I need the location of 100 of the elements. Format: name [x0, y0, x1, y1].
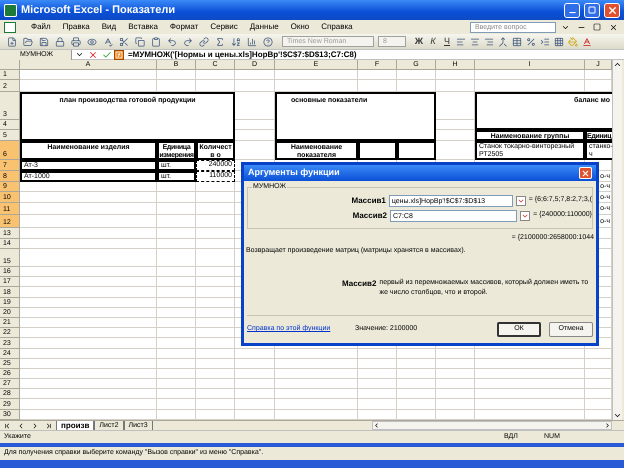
lock-icon[interactable] — [53, 34, 67, 48]
scroll-up-icon[interactable] — [613, 60, 622, 69]
spreadsheet-cell[interactable] — [157, 348, 196, 359]
spreadsheet-cell[interactable] — [275, 348, 358, 359]
spreadsheet-cell[interactable] — [358, 70, 397, 80]
spreadsheet-cell[interactable] — [397, 358, 436, 369]
spreadsheet-cell[interactable] — [358, 368, 397, 380]
spreadsheet-cell[interactable] — [20, 267, 157, 278]
spreadsheet-cell[interactable] — [196, 239, 235, 249]
menu-item[interactable]: Вставка — [123, 21, 163, 33]
spreadsheet-cell[interactable] — [157, 379, 196, 390]
spreadsheet-cell[interactable] — [20, 368, 157, 380]
spreadsheet-cell[interactable] — [235, 399, 275, 410]
insert-function-icon[interactable] — [114, 50, 124, 60]
menu-item[interactable]: Файл — [26, 21, 56, 33]
spreadsheet-cell[interactable] — [157, 70, 196, 80]
spreadsheet-cell[interactable] — [20, 239, 157, 249]
menu-item[interactable]: Справка — [316, 21, 358, 33]
spreadsheet-cell[interactable] — [196, 308, 235, 318]
spreadsheet-cell[interactable] — [196, 249, 235, 267]
spreadsheet-cell[interactable] — [196, 328, 235, 338]
spreadsheet-cell[interactable] — [20, 249, 157, 267]
spreadsheet-cell[interactable] — [20, 228, 157, 239]
menu-item[interactable]: Вид — [96, 21, 122, 33]
spreadsheet-cell[interactable] — [196, 277, 235, 288]
spreadsheet-cell[interactable] — [235, 389, 275, 400]
spreadsheet-cell[interactable] — [196, 203, 235, 215]
menu-item[interactable]: Правка — [58, 21, 95, 33]
spreadsheet-cell[interactable] — [196, 70, 235, 80]
spreadsheet-cell[interactable] — [475, 348, 585, 359]
spreadsheet-cell[interactable] — [157, 298, 196, 308]
spreadsheet-cell[interactable] — [157, 215, 196, 228]
spreadsheet-cell[interactable] — [358, 348, 397, 359]
sheet-icon[interactable] — [4, 22, 16, 32]
menu-item[interactable]: Сервис — [205, 21, 243, 33]
spreadsheet-cell[interactable] — [20, 399, 157, 410]
spreadsheet-cell[interactable] — [475, 368, 585, 380]
printer-icon[interactable] — [69, 34, 83, 48]
spreadsheet-cell[interactable] — [358, 358, 397, 369]
spreadsheet-cell[interactable] — [196, 399, 235, 410]
spreadsheet-cell[interactable] — [235, 358, 275, 369]
spreadsheet-cell[interactable] — [20, 203, 157, 215]
spreadsheet-cell[interactable] — [20, 70, 157, 80]
spreadsheet-cell[interactable] — [436, 389, 475, 400]
close-button[interactable] — [604, 2, 620, 18]
spreadsheet-cell[interactable] — [20, 389, 157, 400]
spreadsheet-cell[interactable] — [196, 379, 235, 390]
spreadsheet-cell[interactable] — [358, 389, 397, 400]
spreadsheet-cell[interactable] — [157, 308, 196, 318]
spreadsheet-cell[interactable] — [475, 70, 585, 80]
menu-item[interactable]: Формат — [164, 21, 204, 33]
spreadsheet-cell[interactable] — [20, 328, 157, 338]
spreadsheet-cell[interactable] — [196, 215, 235, 228]
spreadsheet-cell[interactable] — [157, 318, 196, 328]
spreadsheet-cell[interactable] — [157, 228, 196, 239]
spreadsheet-cell[interactable] — [157, 389, 196, 400]
spreadsheet-cell[interactable] — [475, 379, 585, 390]
spreadsheet-cell[interactable] — [475, 358, 585, 369]
horizontal-scrollbar[interactable] — [372, 421, 612, 430]
spreadsheet-cell[interactable] — [157, 399, 196, 410]
spreadsheet-cell[interactable] — [20, 358, 157, 369]
spreadsheet-cell[interactable] — [196, 287, 235, 298]
sheet-tab[interactable]: произв — [56, 420, 94, 430]
fill-color-icon[interactable] — [566, 34, 580, 48]
spreadsheet-cell[interactable] — [235, 348, 275, 359]
spreadsheet-cell[interactable] — [436, 358, 475, 369]
minimize-button[interactable] — [564, 2, 580, 18]
spreadsheet-cell[interactable] — [20, 379, 157, 390]
vertical-scrollbar[interactable] — [612, 60, 622, 420]
link-icon[interactable] — [197, 34, 211, 48]
spreadsheet-cell[interactable] — [275, 70, 358, 80]
spreadsheet-cell[interactable] — [436, 379, 475, 390]
spreadsheet-cell[interactable] — [475, 389, 585, 400]
spreadsheet-cell[interactable] — [196, 338, 235, 348]
spreadsheet-cell[interactable] — [157, 239, 196, 249]
spreadsheet-cell[interactable] — [157, 368, 196, 380]
spreadsheet-cell[interactable] — [20, 277, 157, 288]
formula-text[interactable]: =МУМНОЖ('[Нормы и цены.xls]НорВр'!$C$7:$D$13;C7:C8) — [128, 48, 357, 60]
scroll-left-icon[interactable] — [373, 422, 380, 429]
close-button[interactable] — [579, 167, 592, 179]
spreadsheet-cell[interactable] — [397, 379, 436, 390]
spreadsheet-cell[interactable] — [436, 399, 475, 410]
spreadsheet-cell[interactable] — [436, 368, 475, 380]
spreadsheet-cell[interactable] — [275, 389, 358, 400]
spreadsheet-cell[interactable] — [157, 267, 196, 278]
spreadsheet-cell[interactable] — [475, 399, 585, 410]
spreadsheet-cell[interactable] — [397, 70, 436, 80]
spreadsheet-cell[interactable] — [157, 287, 196, 298]
spreadsheet-cell[interactable] — [157, 249, 196, 267]
spreadsheet-cell[interactable] — [20, 192, 157, 203]
spreadsheet-cell[interactable] — [397, 368, 436, 380]
spreadsheet-cell[interactable] — [275, 399, 358, 410]
spreadsheet-cell[interactable] — [196, 298, 235, 308]
spreadsheet-cell[interactable] — [20, 298, 157, 308]
spreadsheet-cell[interactable] — [20, 318, 157, 328]
spreadsheet-cell[interactable] — [20, 308, 157, 318]
spreadsheet-cell[interactable] — [235, 80, 275, 92]
spreadsheet-cell[interactable] — [157, 358, 196, 369]
spreadsheet-cell[interactable] — [20, 338, 157, 348]
spreadsheet-cell[interactable] — [397, 399, 436, 410]
